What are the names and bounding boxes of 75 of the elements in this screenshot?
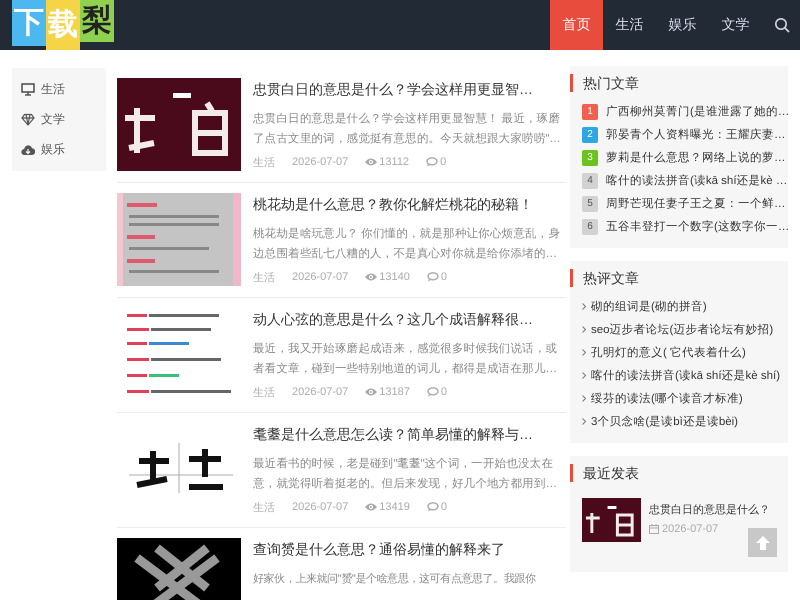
comment-count: 0 — [440, 501, 447, 514]
commented-article-link[interactable]: 3个贝念啥(是读bì还是读bèi) — [591, 414, 738, 429]
category-link[interactable]: 娱乐 — [12, 134, 106, 165]
chevron-icon — [582, 372, 586, 379]
hot-article-link[interactable]: 郭晏青个人资料曝光：王耀庆妻… — [606, 127, 786, 142]
eye-icon — [365, 158, 378, 166]
rank-badge: 1 — [582, 104, 598, 120]
post-date: 2026-07-07 — [292, 501, 348, 514]
view-count: 13419 — [379, 501, 410, 514]
category-link[interactable]: 生活 — [12, 74, 106, 104]
hot-article-link[interactable]: 五谷丰登打一个数字(这数字你一… — [606, 219, 790, 234]
view-count: 13140 — [379, 271, 410, 284]
nav-tab[interactable]: 首页 — [550, 0, 603, 50]
cloud-download-icon — [21, 144, 35, 156]
comment-icon — [426, 387, 439, 398]
eye-icon — [365, 388, 378, 396]
hot-article-link[interactable]: 喀什的读法拼音(读kā shí还是kè … — [606, 173, 788, 188]
widget-title: 热评文章 — [570, 269, 788, 287]
commented-article-link[interactable]: 喀什的读法拼音(读kā shí还是kè shí) — [591, 368, 780, 383]
category-link[interactable]: 文学 — [12, 104, 106, 135]
comment-count: 0 — [440, 156, 446, 168]
commented-article-link[interactable]: 绥芬的读法(哪个读音才标准) — [591, 391, 743, 406]
article-excerpt: 忠贯白日的意思是什么？学会这样用更显智慧！ 最近，琢磨了点古文里的词，感觉挺有意思的。今天就想跟大家唠唠"… — [253, 111, 562, 147]
widget-title: 热门文章 — [570, 74, 788, 92]
view-count: 13187 — [379, 386, 410, 398]
rank-badge: 6 — [582, 218, 598, 234]
article-title[interactable]: 查询赟是什么意思？通俗易懂的解释来了 — [253, 540, 566, 560]
eye-icon — [365, 503, 378, 512]
hot-article-link[interactable]: 萝莉是什么意思？网络上说的萝… — [606, 150, 786, 165]
search-icon[interactable] — [774, 17, 790, 33]
logo-tile: 下 — [12, 0, 46, 46]
diamond-icon — [21, 112, 35, 126]
eye-icon — [365, 273, 378, 282]
article-title[interactable]: 忠贯白日的意思是什么？学会这样用更显智… — [253, 80, 566, 100]
view-count: 13112 — [379, 156, 410, 168]
comment-count: 0 — [440, 271, 447, 284]
article-title[interactable]: 桃花劫是什么意思？教你化解烂桃花的秘籍！ — [253, 195, 566, 215]
commented-article-link[interactable]: 孔明灯的意义( 它代表着什么) — [591, 345, 746, 360]
post-date: 2026-07-07 — [662, 523, 718, 535]
article-excerpt: 好家伙，上来就问"赟"是个啥意思，这可有点意思了。我跟你 — [253, 572, 537, 587]
comment-icon — [426, 157, 438, 168]
comment-icon — [426, 272, 439, 282]
recent-article-link[interactable]: 忠贯白日的意思是什么？ — [649, 502, 770, 517]
post-date: 2026-07-07 — [292, 386, 348, 398]
article-title[interactable]: 耄耋是什么意思怎么读？简单易懂的解释与… — [253, 425, 566, 445]
calendar-icon — [649, 524, 659, 534]
nav-tab[interactable]: 娱乐 — [656, 0, 709, 50]
rank-badge: 5 — [582, 196, 598, 212]
chevron-icon — [582, 303, 586, 310]
hot-article-link[interactable]: 广西柳州莫菁门(是谁泄露了她的… — [606, 104, 790, 119]
hot-article-link[interactable]: 周野芒现任妻子王之夏：一个鲜… — [606, 196, 786, 211]
rank-badge: 2 — [582, 126, 598, 142]
chevron-icon — [582, 349, 586, 356]
logo-tile: 梨 — [80, 0, 114, 42]
article-excerpt: 最近看书的时候，老是碰到"耄耋"这个词，一开始也没太在意，就觉得听着挺老的。但后来发现，好几个地方都用到… — [253, 456, 558, 492]
article-excerpt: 桃花劫是啥玩意儿？ 你们懂的，就是那种让你心烦意乱，身边总围着些乱七八糟的人，不是真心对你就是给你添堵的… — [253, 226, 562, 262]
commented-article-link[interactable]: 砌的组词是(砌的拼音) — [591, 299, 707, 314]
chevron-icon — [582, 418, 586, 425]
up-arrow-icon — [754, 534, 770, 550]
article-excerpt: 最近，我又开始琢磨起成语来，感觉很多时候我们说话，或者看文章，碰到一些特别地道的词儿，都得是成语在那儿… — [253, 341, 558, 377]
nav-tab[interactable]: 生活 — [603, 0, 656, 50]
chevron-icon — [582, 395, 586, 402]
nav-tab[interactable]: 文学 — [709, 0, 762, 50]
comment-icon — [426, 502, 439, 512]
post-date: 2026-07-07 — [292, 156, 348, 168]
monitor-icon — [21, 82, 35, 96]
article-title[interactable]: 动人心弦的意思是什么？这几个成语解释很… — [253, 310, 566, 330]
rank-badge: 3 — [582, 150, 598, 166]
post-date: 2026-07-07 — [292, 271, 348, 284]
comment-count: 0 — [440, 386, 447, 398]
commented-article-link[interactable]: seo迈步者论坛(迈步者论坛有妙招) — [591, 322, 774, 337]
chevron-icon — [582, 326, 586, 333]
rank-badge: 4 — [582, 172, 598, 188]
logo-tile: 载 — [46, 0, 80, 50]
widget-title: 最近发表 — [570, 464, 788, 482]
